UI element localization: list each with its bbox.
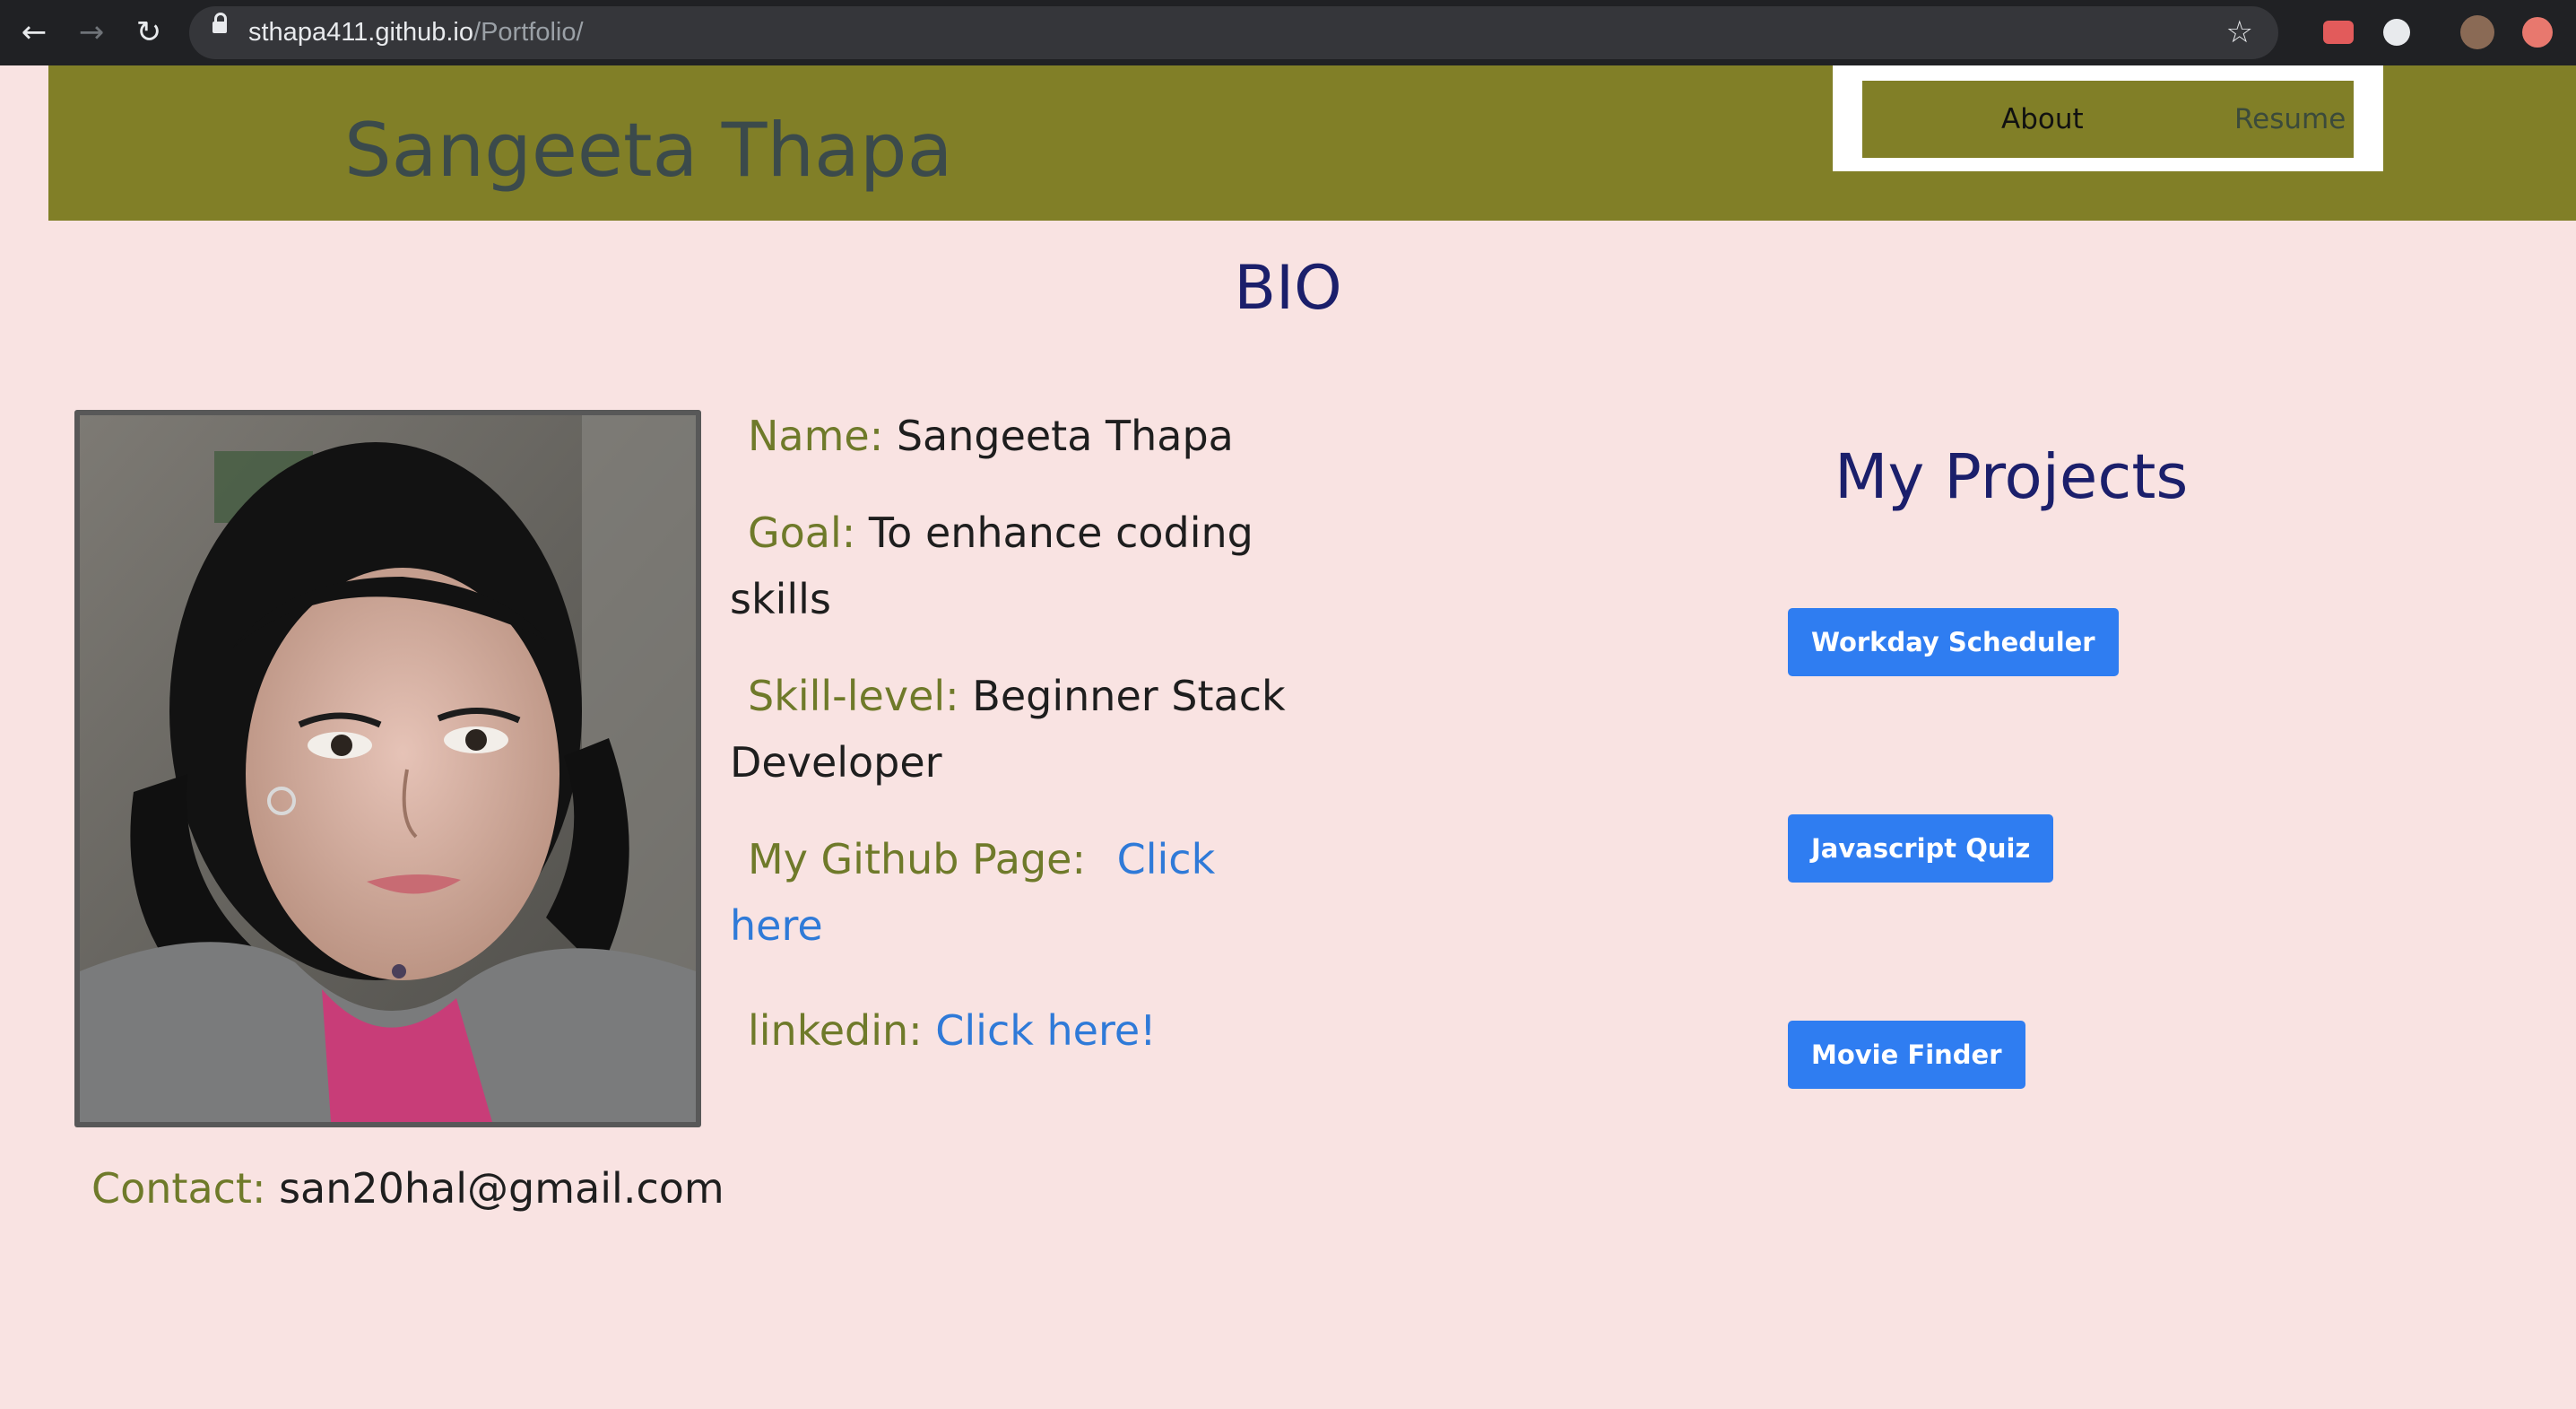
goal-label: Goal: — [748, 509, 856, 557]
browser-toolbar: ← → ↻ sthapa411.github.io/Portfolio/ ☆ — [0, 0, 2576, 65]
bio-linkedin-row: linkedin: Click here! — [748, 997, 1157, 1064]
skill-value-continued: Developer — [730, 738, 942, 787]
profile-photo — [80, 415, 696, 1122]
github-link[interactable]: Click — [1117, 835, 1216, 883]
contact-email: san20hal@gmail.com — [279, 1164, 724, 1213]
profile-photo-frame — [74, 410, 701, 1127]
bio-github-row: My Github Page: Click here — [730, 826, 1215, 959]
contact-label: Contact: — [91, 1164, 266, 1213]
bookmark-star-icon[interactable]: ☆ — [2226, 6, 2253, 59]
name-value: Sangeeta Thapa — [896, 412, 1234, 460]
profile-avatar[interactable] — [2460, 15, 2494, 49]
contact-row: Contact: san20hal@gmail.com — [91, 1157, 724, 1220]
back-arrow-icon[interactable]: ← — [14, 13, 54, 52]
bio-skill-row: Skill-level: Beginner Stack Developer — [730, 663, 1286, 796]
nav-about-link[interactable]: About — [2001, 81, 2084, 158]
skill-label: Skill-level: — [748, 672, 959, 720]
project-movie-finder-button[interactable]: Movie Finder — [1788, 1021, 2025, 1089]
bio-goal-row: Goal: To enhance coding skills — [730, 500, 1253, 632]
name-label: Name: — [748, 412, 884, 460]
linkedin-label: linkedin: — [748, 1006, 923, 1055]
forward-arrow-icon[interactable]: → — [72, 13, 111, 52]
skill-value: Beginner Stack — [972, 672, 1286, 720]
github-label: My Github Page: — [748, 835, 1086, 883]
goal-value: To enhance coding — [868, 509, 1253, 557]
address-url[interactable]: sthapa411.github.io/Portfolio/ — [248, 6, 584, 59]
projects-heading: My Projects — [1834, 441, 2189, 513]
address-bar[interactable]: sthapa411.github.io/Portfolio/ ☆ — [189, 6, 2278, 59]
project-workday-scheduler-button[interactable]: Workday Scheduler — [1788, 608, 2119, 676]
nav-bar: About Resume — [1862, 81, 2354, 158]
extension-circle-icon[interactable] — [2383, 19, 2410, 46]
bio-name-row: Name: Sangeeta Thapa — [748, 403, 1234, 469]
bio-heading: BIO — [1234, 253, 1342, 324]
lock-icon — [212, 13, 227, 33]
extension-update-icon[interactable] — [2522, 17, 2553, 48]
nav-container: About Resume — [1833, 65, 2383, 171]
site-brand: Sangeeta Thapa — [344, 107, 953, 194]
project-javascript-quiz-button[interactable]: Javascript Quiz — [1788, 814, 2054, 883]
reload-icon[interactable]: ↻ — [129, 13, 169, 52]
nav-resume-link[interactable]: Resume — [2234, 81, 2346, 158]
goal-value-continued: skills — [730, 575, 831, 623]
linkedin-link[interactable]: Click here! — [935, 1006, 1156, 1055]
github-link-continued[interactable]: here — [730, 901, 823, 950]
site-header: Sangeeta Thapa About Resume — [48, 65, 2576, 221]
extension-video-icon[interactable] — [2323, 21, 2354, 44]
